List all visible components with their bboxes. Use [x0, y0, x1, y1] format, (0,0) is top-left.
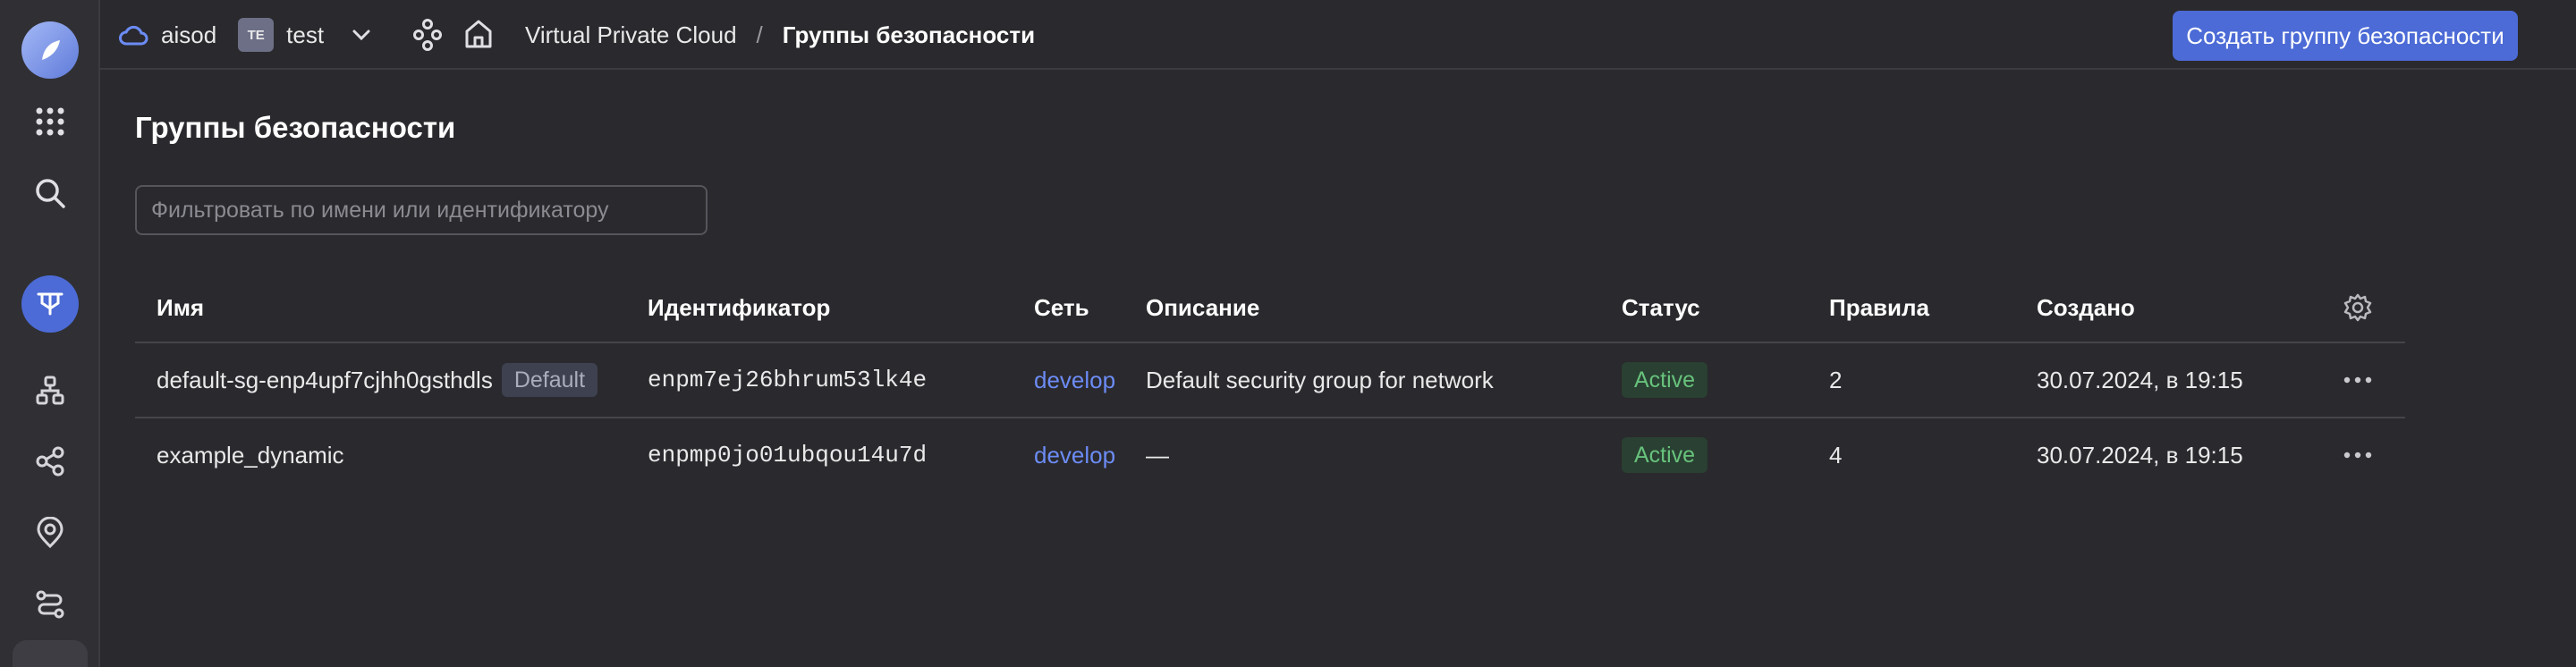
row-more-icon[interactable]	[2343, 362, 2372, 398]
home-icon[interactable]	[463, 18, 494, 50]
table-row-name-cell[interactable]: default-sg-enp4upf7cjhh0gsthdls Default	[157, 362, 598, 398]
create-security-group-button[interactable]: Создать группу безопасности	[2173, 11, 2518, 61]
search-icon[interactable]	[21, 165, 79, 222]
chevron-down-icon[interactable]	[351, 28, 372, 42]
column-header-name: Имя	[157, 293, 205, 321]
row-name[interactable]: default-sg-enp4upf7cjhh0gsthdls	[157, 367, 493, 394]
breadcrumb-vpc[interactable]: Virtual Private Cloud	[525, 21, 737, 49]
row-rules: 2	[1829, 366, 1843, 393]
filter-input[interactable]	[135, 185, 708, 235]
column-header-id: Идентификатор	[648, 293, 831, 321]
share-nodes-icon[interactable]	[21, 433, 79, 490]
services-icon[interactable]	[412, 18, 443, 52]
network-topology-icon[interactable]	[21, 361, 79, 418]
row-status-cell: Active	[1622, 437, 1708, 473]
column-header-network: Сеть	[1034, 293, 1089, 321]
row-rules: 4	[1829, 441, 1843, 469]
row-name[interactable]: example_dynamic	[157, 442, 344, 469]
cloud-name: aisod	[161, 21, 217, 48]
column-header-rules: Правила	[1829, 293, 1929, 321]
page-title: Группы безопасности	[135, 111, 456, 144]
column-header-status: Статус	[1622, 293, 1700, 321]
row-more-icon[interactable]	[2343, 437, 2372, 473]
status-badge: Active	[1622, 437, 1708, 473]
folder-name: test	[286, 21, 325, 48]
top-header: aisod TE test Virtual Private Cloud / Гр…	[100, 0, 2576, 70]
sidebar-bottom-item[interactable]	[13, 640, 88, 667]
folder-badge: TE	[238, 18, 275, 52]
column-header-created: Создано	[2037, 293, 2135, 321]
row-id: enpmp0jo01ubqou14u7d	[648, 442, 928, 469]
header-divider	[135, 342, 2405, 343]
location-pin-icon[interactable]	[21, 504, 79, 561]
column-header-description: Описание	[1146, 293, 1260, 321]
row-description: —	[1146, 441, 1169, 469]
table-settings-icon[interactable]	[2343, 290, 2372, 325]
table-row-name-cell[interactable]: example_dynamic	[157, 437, 344, 473]
route-icon[interactable]	[21, 576, 79, 633]
default-badge: Default	[501, 363, 598, 397]
logo-icon[interactable]	[21, 21, 79, 79]
sidebar	[0, 0, 100, 667]
row-id: enpm7ej26bhrum53lk4e	[648, 367, 928, 393]
row-status-cell: Active	[1622, 362, 1708, 398]
breadcrumb-current: Группы безопасности	[782, 21, 1036, 48]
breadcrumb: Virtual Private Cloud / Группы безопасно…	[525, 0, 1035, 70]
cloud-selector[interactable]: aisod TE test	[118, 0, 372, 70]
row-created: 30.07.2024, в 19:15	[2037, 366, 2243, 393]
apps-grid-icon[interactable]	[21, 93, 79, 150]
row-network-link[interactable]: develop	[1034, 437, 1115, 473]
vpc-service-icon[interactable]	[21, 275, 79, 333]
status-badge: Active	[1622, 362, 1708, 398]
cloud-icon	[119, 25, 148, 46]
row-divider	[135, 417, 2405, 418]
row-network-link[interactable]: develop	[1034, 362, 1115, 398]
row-created: 30.07.2024, в 19:15	[2037, 441, 2243, 469]
row-description: Default security group for network	[1146, 366, 1494, 393]
breadcrumb-separator: /	[756, 21, 763, 48]
